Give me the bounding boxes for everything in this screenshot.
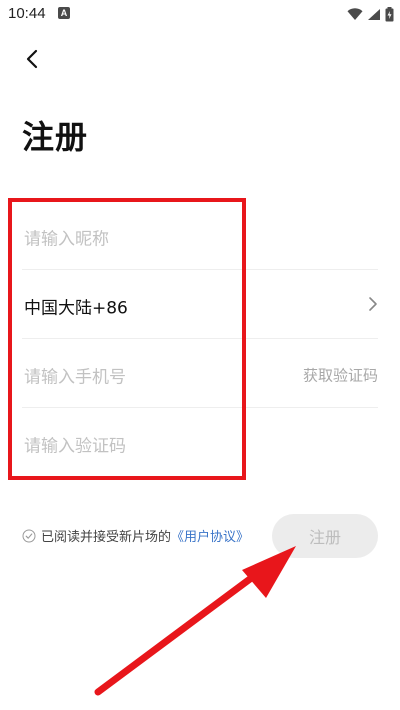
back-arrow-icon xyxy=(26,49,38,69)
nickname-input[interactable]: 请输入昵称 xyxy=(24,224,109,249)
wifi-icon xyxy=(347,7,363,20)
status-icons xyxy=(347,6,394,22)
agreement-checkbox[interactable] xyxy=(22,529,36,543)
page-title: 注册 xyxy=(22,118,89,156)
user-agreement-link[interactable]: 《用户协议》 xyxy=(171,526,249,545)
region-label: 中国大陆+86 xyxy=(24,298,128,318)
agreement-text: 已阅读并接受新片场的 xyxy=(41,530,172,545)
back-button[interactable] xyxy=(18,45,46,73)
register-button[interactable]: 注册 xyxy=(272,514,378,558)
signal-icon xyxy=(368,8,380,20)
status-bar: 10:44 A xyxy=(0,0,400,28)
phone-row[interactable]: 请输入手机号 获取验证码 xyxy=(22,342,378,408)
code-row[interactable]: 请输入验证码 xyxy=(22,411,378,477)
agreement-row: 已阅读并接受新片场的 《用户协议》 xyxy=(22,526,249,545)
chevron-right-icon xyxy=(368,296,378,316)
nickname-row[interactable]: 请输入昵称 xyxy=(22,204,378,270)
status-time: 10:44 xyxy=(8,5,46,22)
code-input[interactable]: 请输入验证码 xyxy=(24,432,126,457)
phone-input[interactable]: 请输入手机号 xyxy=(24,362,126,387)
notification-a-icon: A xyxy=(58,7,70,19)
battery-icon xyxy=(385,6,394,21)
get-code-button[interactable]: 获取验证码 xyxy=(303,364,378,385)
region-selector[interactable]: 中国大陆+86 xyxy=(22,273,378,339)
